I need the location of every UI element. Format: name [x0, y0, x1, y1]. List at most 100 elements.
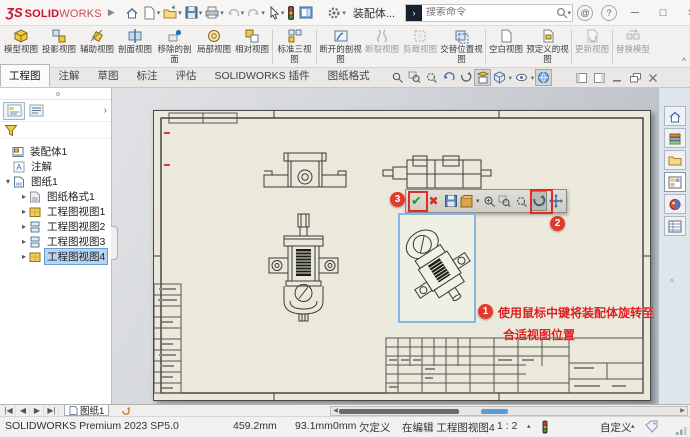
- ribbon-button-section-view[interactable]: 剖面视图: [116, 26, 154, 67]
- sheet-nav-prev[interactable]: ◀: [17, 405, 30, 416]
- ribbon-button-break-view[interactable]: 断裂视图: [363, 26, 401, 67]
- appearances-scenes-icon[interactable]: [664, 194, 686, 214]
- display-mode-caret[interactable]: ▴: [631, 422, 635, 430]
- tab-solidworks-addins[interactable]: SOLIDWORKS 插件: [206, 64, 319, 87]
- ok-check-button[interactable]: ✔: [408, 191, 425, 211]
- design-library-icon[interactable]: [664, 128, 686, 148]
- zoom-to-area-button[interactable]: [513, 191, 530, 211]
- file-explorer-icon[interactable]: [664, 150, 686, 170]
- ribbon-button-update-view[interactable]: 更新视图: [573, 26, 611, 67]
- search-icon[interactable]: [555, 6, 569, 20]
- ribbon-button-auxiliary-view[interactable]: 辅助视图: [78, 26, 116, 67]
- panel-expand-chevron[interactable]: ›: [104, 105, 107, 116]
- sheet-nav-last[interactable]: ▶|: [45, 405, 59, 416]
- redo-button[interactable]: [246, 3, 261, 23]
- named-view-caret[interactable]: ▾: [476, 197, 483, 205]
- tab-dimension[interactable]: 标注: [128, 64, 167, 87]
- sheet-nav-next[interactable]: ▶: [31, 405, 44, 416]
- expander-closed-icon[interactable]: ▸: [19, 222, 29, 231]
- cancel-x-button[interactable]: ✖: [425, 191, 442, 211]
- expander-closed-icon[interactable]: ▸: [19, 207, 29, 216]
- expander-closed-icon[interactable]: ▸: [19, 252, 29, 261]
- sheet-scale-label[interactable]: 1 : 2: [497, 420, 517, 432]
- ribbon-button-relative-view[interactable]: 相对视图: [233, 26, 271, 67]
- save-button[interactable]: [184, 3, 199, 23]
- hide-show-items-icon[interactable]: [513, 69, 530, 86]
- print-caret[interactable]: ▾: [220, 9, 224, 17]
- scale-dropdown-caret[interactable]: ▴: [527, 422, 531, 430]
- add-sheet-button[interactable]: [118, 405, 134, 416]
- view-settings-globe-icon[interactable]: [535, 69, 552, 86]
- rotated-view-preview-box[interactable]: [398, 213, 476, 323]
- task-pane-collapse-chevron[interactable]: ^: [670, 278, 674, 287]
- maximize-button[interactable]: □: [650, 3, 676, 23]
- named-view-button[interactable]: [459, 191, 476, 211]
- display-settings-button[interactable]: [298, 3, 314, 23]
- property-manager-tab[interactable]: [25, 102, 47, 120]
- rebuild-traffic-light-button[interactable]: [286, 3, 296, 23]
- expander-closed-icon[interactable]: ▸: [19, 237, 29, 246]
- 3d-drawing-view-icon[interactable]: [474, 69, 491, 86]
- display-style-caret[interactable]: ▾: [509, 74, 512, 82]
- scrollbar-thumb[interactable]: [339, 409, 459, 414]
- ribbon-button-replace-model[interactable]: 替换模型: [614, 26, 652, 67]
- horizontal-scrollbar[interactable]: ◀ ▶: [330, 406, 688, 416]
- rotate-view-button[interactable]: [530, 191, 547, 211]
- user-account-icon[interactable]: @: [577, 5, 593, 21]
- save-caret[interactable]: ▾: [199, 9, 203, 17]
- minimize-button[interactable]: ─: [622, 3, 648, 23]
- print-button[interactable]: [204, 3, 220, 23]
- dock-right-icon[interactable]: [590, 70, 608, 85]
- tree-row-drawing-view1[interactable]: ▸工程图视图1: [0, 204, 111, 219]
- options-gear-button[interactable]: [326, 3, 342, 23]
- undo-button[interactable]: [226, 3, 241, 23]
- zoom-to-fit-icon[interactable]: [389, 69, 406, 86]
- tab-drawing[interactable]: 工程图: [0, 64, 50, 87]
- new-file-caret[interactable]: ▾: [157, 9, 161, 17]
- open-file-caret[interactable]: ▾: [178, 9, 182, 17]
- tab-evaluate[interactable]: 评估: [167, 64, 206, 87]
- select-caret[interactable]: ▾: [281, 9, 285, 17]
- menu-expand-chevron[interactable]: ▶: [108, 7, 115, 18]
- zoom-to-fit-button[interactable]: [496, 191, 513, 211]
- doc-close-icon[interactable]: [644, 70, 662, 85]
- options-caret[interactable]: ▾: [342, 9, 346, 17]
- ribbon-button-detail-view[interactable]: 局部视图: [195, 26, 233, 67]
- ribbon-button-model-view[interactable]: 模型视图: [2, 26, 40, 67]
- display-mode-label[interactable]: 自定义: [600, 420, 632, 435]
- expander-closed-icon[interactable]: ▸: [19, 192, 29, 201]
- sheet-nav-first[interactable]: |◀: [2, 405, 16, 416]
- open-file-button[interactable]: [162, 3, 178, 23]
- graphics-area[interactable]: ✔ ✖ ▾: [113, 88, 658, 404]
- ribbon-button-projected-view[interactable]: 投影视图: [40, 26, 78, 67]
- previous-view-icon[interactable]: [440, 69, 457, 86]
- ribbon-button-broken-out-section[interactable]: 断开的剖视图: [318, 26, 363, 67]
- ribbon-button-standard-3-view[interactable]: 标准三视图: [274, 26, 315, 67]
- view-palette-icon[interactable]: [664, 172, 686, 192]
- feature-tree-tab[interactable]: [3, 102, 25, 120]
- new-file-button[interactable]: [142, 3, 157, 23]
- expander-open-icon[interactable]: ▾: [3, 177, 13, 186]
- tree-row-annotations[interactable]: A注解: [0, 159, 111, 174]
- tree-row-drawing-view4-selected[interactable]: ▸工程图视图4: [0, 249, 111, 264]
- select-tool-button[interactable]: [267, 3, 281, 23]
- tag-icon[interactable]: [645, 420, 659, 433]
- search-scope-icon[interactable]: ›: [406, 5, 422, 21]
- tree-row-sheet1[interactable]: ▾图纸1: [0, 174, 111, 189]
- tab-annotation[interactable]: 注解: [50, 64, 89, 87]
- home-button[interactable]: [124, 3, 140, 23]
- tree-row-assembly-root[interactable]: 装配体1: [0, 144, 111, 159]
- sheet-tab-sheet1[interactable]: 图纸1: [64, 405, 109, 416]
- search-input[interactable]: [422, 7, 554, 18]
- display-style-icon[interactable]: [491, 69, 508, 86]
- dock-left-icon[interactable]: [572, 70, 590, 85]
- pan-view-button[interactable]: [547, 191, 564, 211]
- help-icon[interactable]: ?: [601, 5, 617, 21]
- tree-row-drawing-view3[interactable]: ▸工程图视图3: [0, 234, 111, 249]
- scroll-right-arrow[interactable]: ▶: [678, 407, 687, 414]
- zoom-to-selection-icon[interactable]: [423, 69, 440, 86]
- ribbon-button-alternate-position[interactable]: 交替位置视图: [439, 26, 484, 67]
- ribbon-button-empty-view[interactable]: 空白视图: [487, 26, 525, 67]
- custom-properties-icon[interactable]: [664, 216, 686, 236]
- redo-caret[interactable]: ▾: [261, 9, 265, 17]
